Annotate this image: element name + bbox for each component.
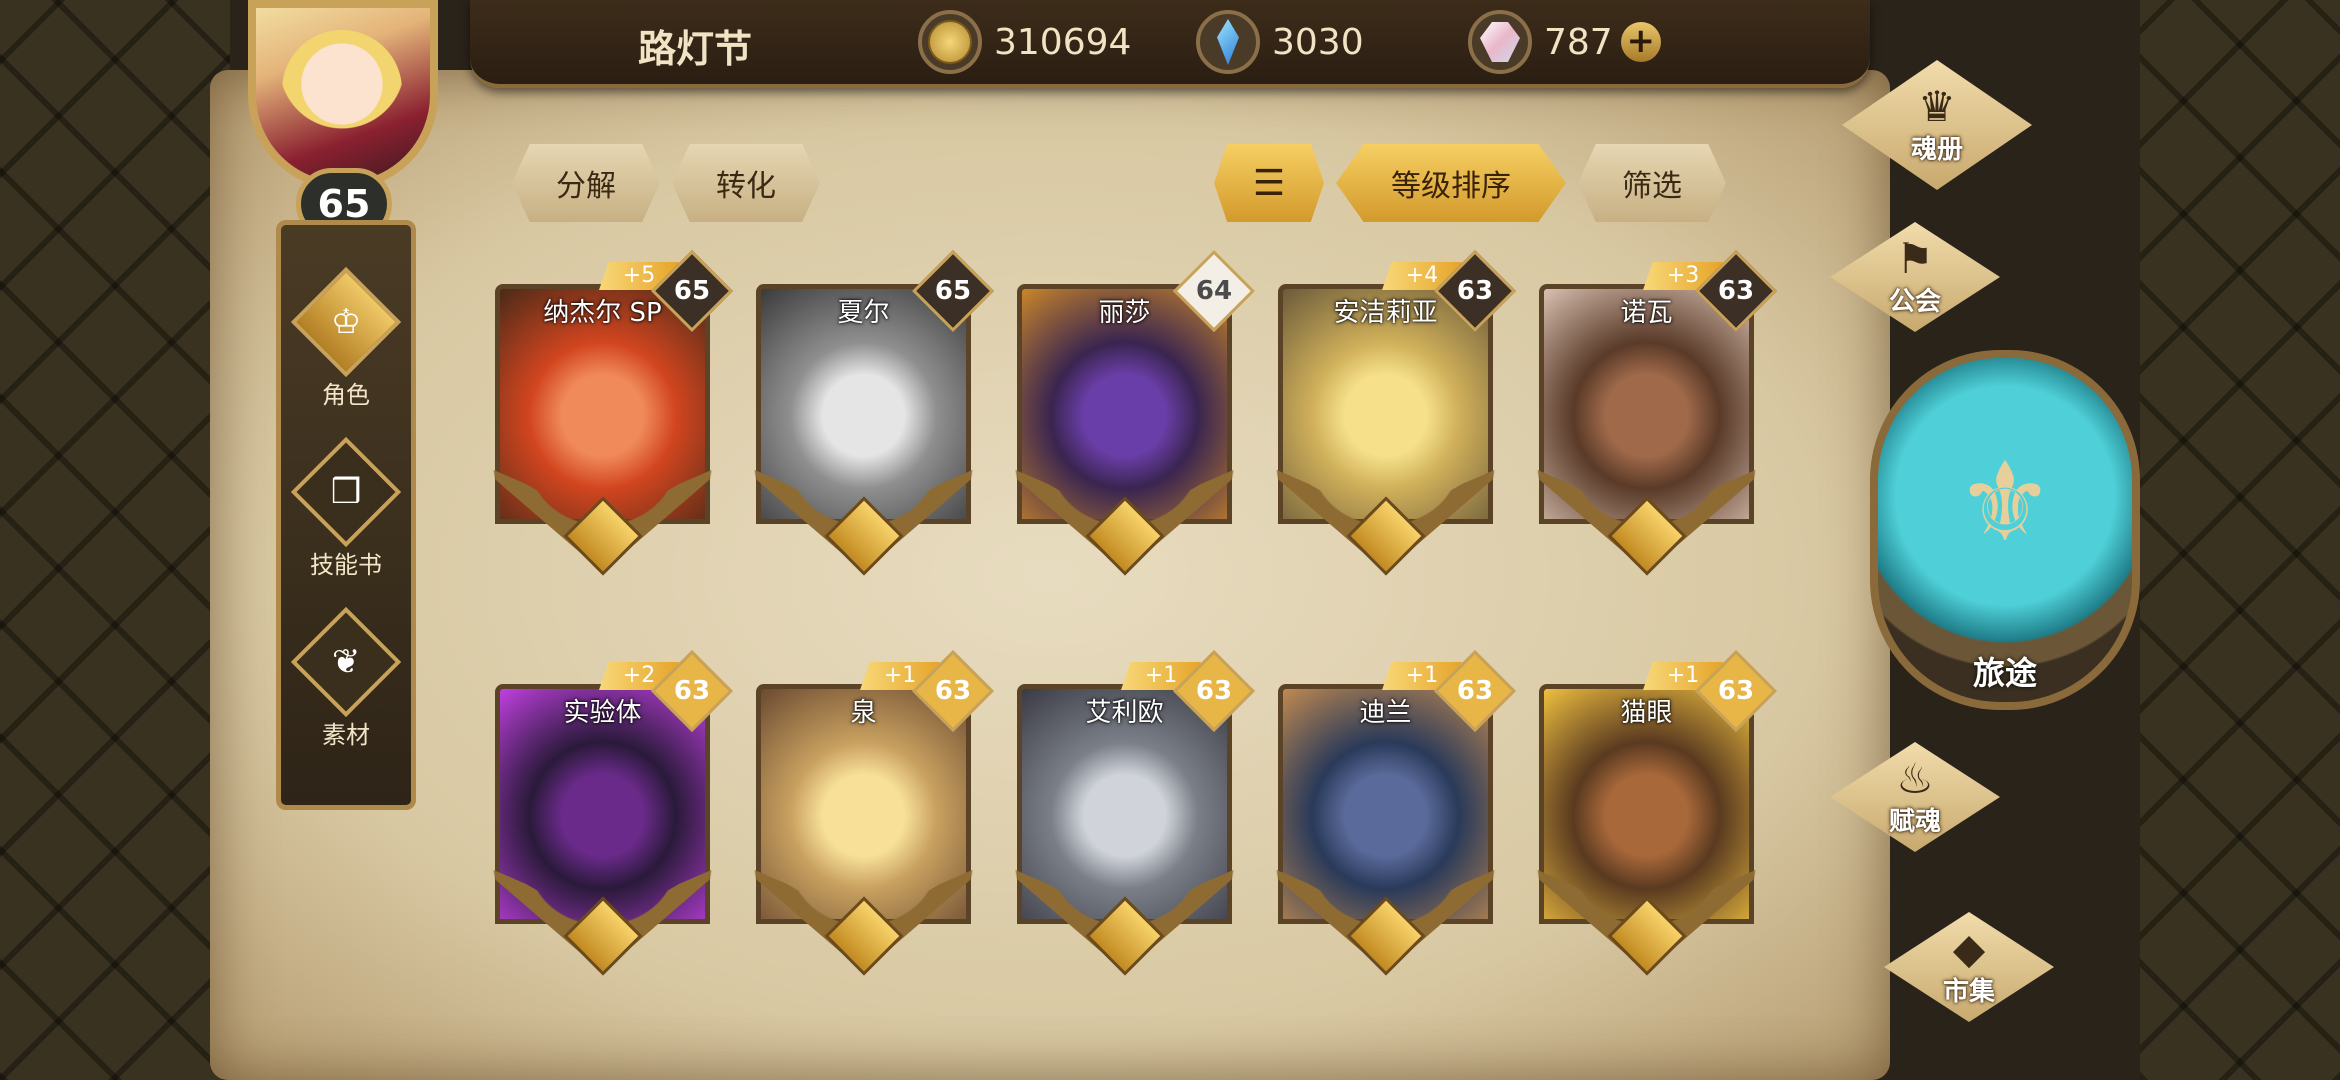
sort-order-button[interactable]: ☰ bbox=[1214, 144, 1324, 222]
level-sort-button[interactable]: 等级排序 bbox=[1336, 144, 1566, 222]
gold-coin-icon bbox=[918, 10, 982, 74]
market-button[interactable]: ◆ 市集 bbox=[1884, 912, 2054, 1022]
skillbook-icon: ❒ bbox=[290, 436, 402, 548]
character-level: 65 bbox=[934, 276, 972, 306]
endow-label: 赋魂 bbox=[1888, 806, 1941, 837]
convert-button[interactable]: 转化 bbox=[672, 144, 820, 222]
character-card[interactable]: 丽莎 64 bbox=[997, 249, 1256, 592]
gold-resource: 310694 bbox=[918, 10, 1131, 74]
character-level: 64 bbox=[1195, 276, 1233, 306]
journey-label: 旅途 bbox=[1972, 654, 2037, 692]
character-card[interactable]: 实验体 +2 63 bbox=[475, 649, 734, 992]
character-level: 63 bbox=[1456, 676, 1494, 706]
trident-emblem-icon: ⚜ bbox=[1955, 438, 2055, 566]
guild-label: 公会 bbox=[1888, 286, 1941, 317]
character-card[interactable]: 夏尔 65 bbox=[736, 249, 995, 592]
character-card[interactable]: 泉 +1 63 bbox=[736, 649, 995, 992]
guild-icon: ⚑ bbox=[1896, 233, 1934, 283]
gold-value: 310694 bbox=[994, 21, 1132, 63]
character-level: 63 bbox=[934, 676, 972, 706]
market-gem-icon: ◆ bbox=[1952, 923, 1986, 973]
nav-label: 素材 bbox=[322, 721, 370, 749]
event-title[interactable]: 路灯节 bbox=[638, 18, 752, 73]
flame-swirl-icon: ♨ bbox=[1896, 753, 1934, 803]
top-bar: 路灯节 310694 3030 787 + bbox=[470, 0, 1870, 88]
character-card[interactable]: 猫眼 +1 63 bbox=[1519, 649, 1778, 992]
nav-item-skillbook[interactable]: ❒ 技能书 bbox=[281, 436, 411, 580]
blue-crystal-icon bbox=[1196, 10, 1260, 74]
nav-item-character[interactable]: ♔ 角色 bbox=[281, 266, 411, 410]
character-level: 63 bbox=[1456, 276, 1494, 306]
character-level: 63 bbox=[1195, 676, 1233, 706]
left-background bbox=[0, 0, 230, 1080]
filter-button[interactable]: 筛选 bbox=[1578, 144, 1726, 222]
soulbook-icon: ♛ bbox=[1918, 81, 1956, 131]
character-level: 65 bbox=[673, 276, 711, 306]
crystal-resource: 3030 bbox=[1196, 10, 1364, 74]
gem-value: 787 bbox=[1544, 21, 1613, 63]
character-level: 63 bbox=[673, 676, 711, 706]
avatar-portrait bbox=[282, 30, 402, 150]
crystal-value: 3030 bbox=[1272, 21, 1364, 63]
left-nav: ♔ 角色 ❒ 技能书 ❦ 素材 bbox=[276, 220, 416, 810]
sort-lines-icon: ☰ bbox=[1252, 162, 1286, 204]
nav-label: 角色 bbox=[322, 381, 370, 409]
character-card[interactable]: 纳杰尔 SP +5 65 bbox=[475, 249, 734, 592]
soulbook-label: 魂册 bbox=[1910, 134, 1963, 165]
right-background bbox=[2140, 0, 2340, 1080]
journey-button[interactable]: ⚜ 旅途 bbox=[1870, 350, 2140, 710]
add-gem-button[interactable]: + bbox=[1620, 22, 1661, 62]
character-card[interactable]: 诺瓦 +3 63 bbox=[1519, 249, 1778, 592]
nav-label: 技能书 bbox=[310, 551, 382, 579]
gem-resource: 787 + bbox=[1468, 10, 1661, 74]
material-icon: ❦ bbox=[290, 606, 402, 718]
character-card[interactable]: 艾利欧 +1 63 bbox=[997, 649, 1256, 992]
character-card[interactable]: 迪兰 +1 63 bbox=[1258, 649, 1517, 992]
character-card[interactable]: 安洁莉亚 +4 63 bbox=[1258, 249, 1517, 592]
player-avatar[interactable]: 65 bbox=[212, 0, 482, 240]
gem-icon bbox=[1468, 10, 1532, 74]
market-label: 市集 bbox=[1942, 976, 1995, 1007]
decompose-button[interactable]: 分解 bbox=[512, 144, 660, 222]
nav-item-material[interactable]: ❦ 素材 bbox=[281, 606, 411, 750]
character-level: 63 bbox=[1717, 676, 1755, 706]
character-icon: ♔ bbox=[290, 266, 402, 378]
character-level: 63 bbox=[1717, 276, 1755, 306]
